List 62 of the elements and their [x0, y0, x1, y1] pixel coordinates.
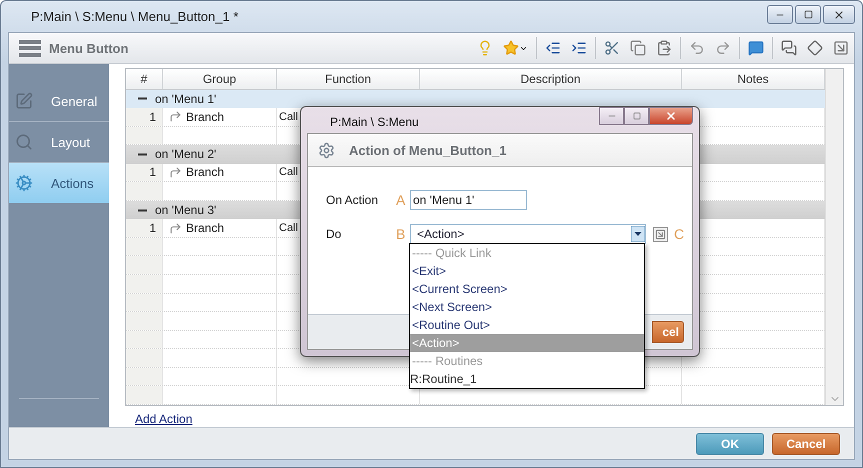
row-number: 1 [126, 164, 163, 182]
close-button[interactable] [823, 5, 855, 24]
group-text: Branch [186, 221, 224, 236]
clipboard-icon [656, 40, 672, 56]
marker-letter: A [396, 192, 406, 208]
undo-icon [689, 40, 705, 56]
scrollbar[interactable] [825, 69, 843, 405]
maximize-icon [804, 10, 812, 19]
outdent-icon [545, 40, 561, 56]
dropdown-option[interactable]: <Exit> [410, 262, 644, 280]
search-icon [15, 133, 33, 151]
group-label: on 'Menu 1' [155, 92, 216, 106]
diamond-icon [807, 40, 823, 56]
arrow-box-icon [655, 228, 666, 240]
maximize-button[interactable] [795, 5, 821, 24]
add-action-link[interactable]: Add Action [135, 412, 192, 426]
edit-icon [15, 92, 33, 110]
window-title: P:Main \ S:Menu \ Menu_Button_1 * [31, 9, 238, 24]
row-number: 1 [126, 219, 163, 237]
jump-button[interactable] [653, 226, 668, 242]
column-header[interactable]: # [126, 69, 163, 89]
column-header[interactable]: Group [163, 69, 277, 89]
menu-icon[interactable] [19, 40, 41, 56]
maximize-icon [632, 112, 640, 120]
copy-icon [630, 40, 646, 56]
marker-letter: C [674, 226, 686, 242]
list-heading: ----- Quick Link [410, 244, 644, 262]
column-header[interactable]: Description [420, 69, 682, 89]
comments-icon [781, 40, 797, 56]
gear-icon [318, 142, 335, 158]
input-field[interactable]: on 'Menu 1' [410, 190, 527, 210]
branch-icon [169, 166, 182, 179]
close-icon [665, 110, 677, 122]
minimize-button[interactable] [599, 107, 624, 125]
dialog-heading: Action of Menu_Button_1 [349, 142, 506, 158]
gears-icon [15, 174, 33, 192]
close-button[interactable] [649, 107, 693, 125]
dropdown-arrow-icon[interactable] [631, 226, 645, 242]
branch-icon [169, 110, 182, 124]
dropdown-option[interactable]: <Next Screen> [410, 298, 644, 316]
group-text: Branch [186, 110, 224, 124]
field-label: On Action [326, 193, 380, 207]
group-label: on 'Menu 2' [155, 147, 216, 162]
column-header[interactable]: Function [277, 69, 420, 89]
scissors-icon [604, 40, 620, 56]
indent-icon [571, 40, 587, 56]
star-icon [503, 40, 519, 56]
redo-icon [715, 40, 731, 56]
arrow-box-icon [833, 40, 849, 56]
group-label: on 'Menu 3' [155, 203, 216, 218]
branch-icon [169, 222, 182, 235]
list-heading: ----- Routines [410, 352, 644, 370]
dialog-title: P:Main \ S:Menu [330, 115, 419, 129]
close-icon [833, 8, 845, 20]
speech-bubble-icon [748, 40, 764, 56]
dropdown-option[interactable]: R:Routine_1 [410, 370, 644, 388]
toolbar-title: Menu Button [49, 40, 130, 56]
dropdown-option[interactable]: <Current Screen> [410, 280, 644, 298]
dropdown-option[interactable]: <Routine Out> [410, 316, 644, 334]
group-text: Branch [186, 165, 224, 180]
sidebar-item[interactable]: Actions [9, 163, 109, 203]
row-number: 1 [126, 108, 163, 126]
